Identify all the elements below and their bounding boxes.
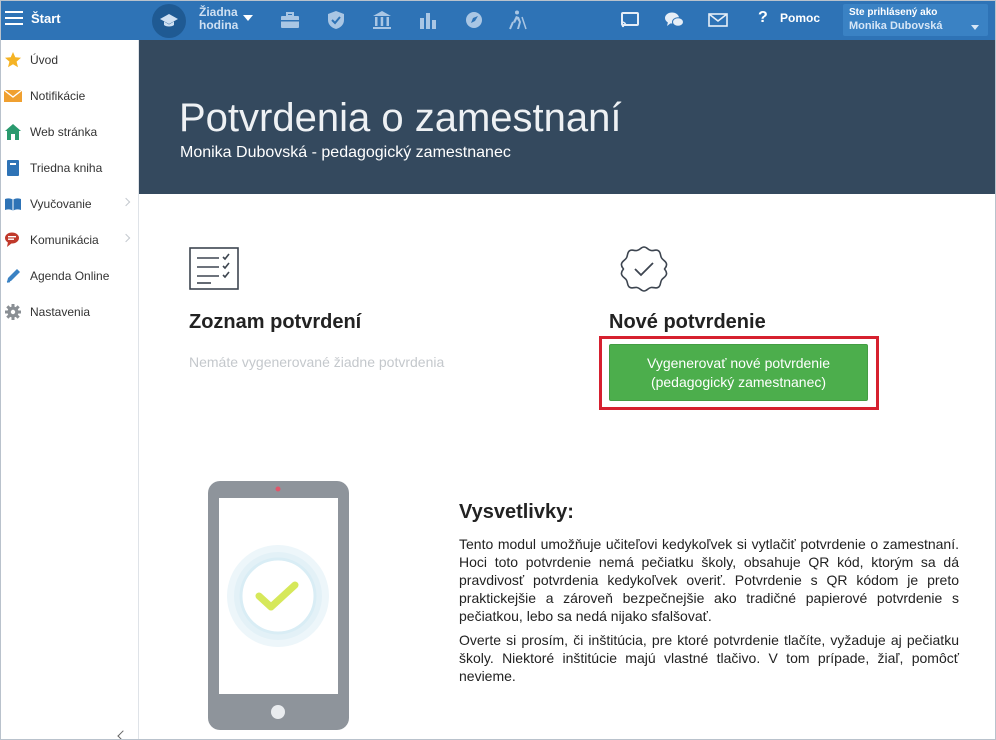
book-icon bbox=[7, 160, 19, 176]
sidebar-item-vyucovanie[interactable]: Vyučovanie bbox=[1, 185, 138, 221]
button-label-line1: Vygenerovať nové potvrdenie bbox=[647, 355, 830, 371]
list-section-title: Zoznam potvrdení bbox=[189, 311, 362, 333]
pen-icon bbox=[6, 269, 20, 283]
page-title: Potvrdenia o zamestnaní bbox=[179, 96, 622, 140]
chevron-down-icon bbox=[971, 25, 979, 30]
user-menu[interactable]: Ste prihlásený ako Monika Dubovská bbox=[843, 4, 988, 36]
phone-illustration bbox=[208, 481, 349, 730]
button-label-line2: (pedagogický zamestnanec) bbox=[650, 374, 827, 390]
top-bar: Štart Žiadna hodina ? Pomoc Ste prihláse… bbox=[1, 1, 995, 40]
star-icon bbox=[5, 52, 21, 68]
sidebar-item-label: Nastavenia bbox=[30, 305, 91, 319]
sidebar-item-label: Vyučovanie bbox=[30, 197, 92, 211]
chevron-down-icon[interactable] bbox=[243, 15, 253, 21]
hiking-icon[interactable] bbox=[507, 9, 529, 31]
help-link[interactable]: Pomoc bbox=[780, 11, 820, 25]
chat-bubbles-icon[interactable] bbox=[663, 9, 685, 31]
hamburger-menu-icon[interactable] bbox=[5, 11, 23, 27]
empty-list-message: Nemáte vygenerované žiadne potvrdenia bbox=[189, 354, 445, 370]
open-book-icon bbox=[5, 198, 21, 211]
logged-in-caption: Ste prihlásený ako bbox=[849, 7, 938, 18]
graduation-cap-icon[interactable] bbox=[152, 4, 186, 38]
user-name: Monika Dubovská bbox=[849, 20, 943, 32]
page-header: Potvrdenia o zamestnaní Monika Dubovská … bbox=[139, 40, 995, 194]
verified-badge-icon bbox=[620, 246, 668, 292]
gear-icon bbox=[5, 304, 21, 320]
sidebar-item-label: Notifikácie bbox=[30, 89, 86, 103]
cast-icon[interactable] bbox=[619, 9, 641, 31]
sidebar: Úvod Notifikácie Web stránka Triedna kni… bbox=[1, 40, 139, 739]
chat-icon bbox=[5, 232, 19, 247]
explanation-paragraph-2: Overte si prosím, či inštitúcia, pre kto… bbox=[459, 632, 959, 684]
generate-certificate-button[interactable]: Vygenerovať nové potvrdenie (pedagogický… bbox=[609, 344, 868, 401]
bar-chart-icon[interactable] bbox=[417, 9, 439, 31]
explanation-text: Tento modul umožňuje učiteľovi kedykoľve… bbox=[459, 535, 959, 691]
shield-check-icon[interactable] bbox=[325, 9, 347, 31]
chevron-right-icon bbox=[121, 233, 131, 243]
sidebar-item-label: Web stránka bbox=[30, 125, 98, 139]
compass-icon[interactable] bbox=[463, 9, 485, 31]
envelope-icon bbox=[4, 89, 22, 102]
chevron-right-icon bbox=[121, 197, 131, 207]
main-content: Zoznam potvrdení Nemáte vygenerované žia… bbox=[139, 194, 995, 739]
briefcase-icon[interactable] bbox=[279, 9, 301, 31]
sidebar-item-komunikacia[interactable]: Komunikácia bbox=[1, 221, 138, 257]
envelope-icon[interactable] bbox=[707, 9, 729, 31]
checklist-icon bbox=[189, 247, 239, 290]
explanation-title: Vysvetlivky: bbox=[459, 501, 574, 523]
new-section-title: Nové potvrdenie bbox=[609, 311, 766, 333]
start-link[interactable]: Štart bbox=[31, 11, 61, 26]
bank-icon[interactable] bbox=[371, 9, 393, 31]
sidebar-item-label: Agenda Online bbox=[30, 269, 110, 283]
lesson-line2: hodina bbox=[199, 18, 239, 32]
sidebar-item-agenda-online[interactable]: Agenda Online bbox=[1, 257, 138, 293]
sidebar-item-nastavenia[interactable]: Nastavenia bbox=[1, 293, 138, 329]
sidebar-item-label: Úvod bbox=[30, 53, 59, 67]
sidebar-item-web-stranka[interactable]: Web stránka bbox=[1, 113, 138, 149]
sidebar-item-label: Komunikácia bbox=[30, 233, 99, 247]
home-icon bbox=[5, 124, 21, 140]
sidebar-item-uvod[interactable]: Úvod bbox=[1, 41, 138, 77]
sidebar-item-triedna-kniha[interactable]: Triedna kniha bbox=[1, 149, 138, 185]
help-icon[interactable]: ? bbox=[758, 9, 768, 27]
sidebar-item-label: Triedna kniha bbox=[30, 161, 103, 175]
explanation-paragraph-1: Tento modul umožňuje učiteľovi kedykoľve… bbox=[459, 536, 959, 624]
collapse-sidebar-icon[interactable] bbox=[117, 730, 129, 739]
sidebar-item-notifikacie[interactable]: Notifikácie bbox=[1, 77, 138, 113]
page-subtitle: Monika Dubovská - pedagogický zamestnane… bbox=[180, 144, 511, 161]
lesson-selector[interactable]: Žiadna hodina bbox=[199, 6, 238, 32]
app-window: Štart Žiadna hodina ? Pomoc Ste prihláse… bbox=[0, 0, 996, 740]
